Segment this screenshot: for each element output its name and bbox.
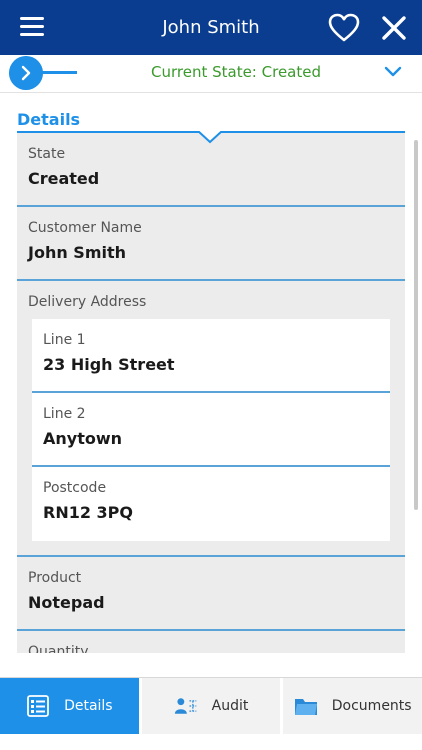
field-label: State bbox=[28, 146, 66, 162]
scrollbar[interactable] bbox=[414, 140, 418, 510]
field-value: 23 High Street bbox=[43, 355, 175, 374]
field-value: Anytown bbox=[43, 429, 123, 448]
state-progress-line bbox=[41, 71, 77, 74]
chevron-down-icon[interactable] bbox=[384, 65, 402, 79]
bottom-safe-area bbox=[0, 734, 422, 750]
field-customer-name: Customer Name John Smith bbox=[17, 207, 405, 281]
audit-icon bbox=[174, 698, 196, 714]
bottom-tab-bar: Details Audit Documents bbox=[0, 677, 422, 734]
field-address-line1: Line 1 23 High Street bbox=[32, 319, 390, 393]
section-title: Details bbox=[17, 110, 81, 129]
current-state-label: Current State: Created bbox=[151, 63, 321, 81]
field-label: Line 2 bbox=[43, 406, 86, 422]
field-label: Postcode bbox=[43, 480, 107, 496]
field-value: Created bbox=[28, 169, 100, 188]
field-label: Quantity bbox=[28, 644, 89, 653]
tab-label: Details bbox=[64, 698, 113, 714]
heart-icon[interactable] bbox=[328, 13, 360, 43]
field-label: Customer Name bbox=[28, 220, 142, 236]
details-form[interactable]: State Created Customer Name John Smith D… bbox=[17, 133, 405, 653]
field-value: RN12 3PQ bbox=[43, 503, 134, 522]
workflow-state-bar: Current State: Created bbox=[0, 55, 422, 93]
field-product: Product Notepad bbox=[17, 557, 405, 631]
tab-label: Audit bbox=[211, 698, 249, 714]
tab-details[interactable]: Details bbox=[0, 678, 139, 734]
tab-documents[interactable]: Documents bbox=[283, 678, 422, 734]
close-icon[interactable] bbox=[380, 13, 408, 43]
field-label: Line 1 bbox=[43, 332, 86, 348]
field-quantity: Quantity bbox=[17, 631, 405, 653]
field-delivery-address: Delivery Address Line 1 23 High Street L… bbox=[17, 281, 405, 557]
tab-audit[interactable]: Audit bbox=[141, 678, 281, 734]
field-value: John Smith bbox=[28, 243, 127, 262]
app-header: John Smith bbox=[0, 0, 422, 55]
address-card: Line 1 23 High Street Line 2 Anytown Pos… bbox=[32, 319, 390, 541]
details-icon bbox=[27, 695, 49, 717]
field-address-line2: Line 2 Anytown bbox=[32, 393, 390, 467]
tab-label: Documents bbox=[331, 698, 412, 714]
field-address-postcode: Postcode RN12 3PQ bbox=[32, 467, 390, 541]
expand-workflow-button[interactable] bbox=[9, 56, 43, 90]
section-notch-icon bbox=[198, 131, 222, 144]
field-value: Notepad bbox=[28, 593, 105, 612]
field-label: Product bbox=[28, 570, 82, 586]
folder-icon bbox=[294, 699, 317, 715]
field-label: Delivery Address bbox=[28, 294, 147, 310]
